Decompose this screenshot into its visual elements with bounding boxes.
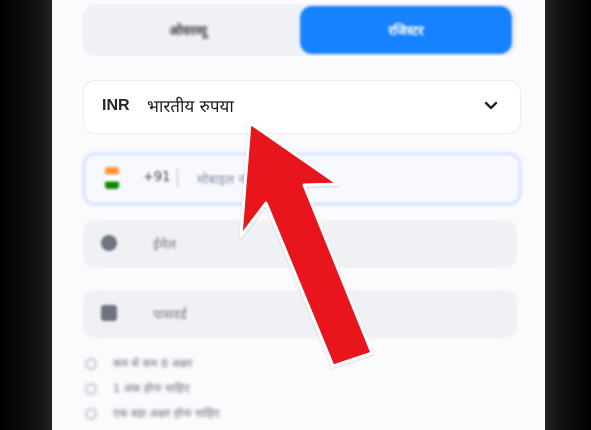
- requirement-bullet: [85, 407, 97, 420]
- requirement-bullet: [85, 357, 97, 370]
- requirement-text: 1 अंक होना चाहिए: [113, 382, 190, 395]
- currency-code: INR: [102, 97, 130, 114]
- password-field[interactable]: पासवर्ड: [83, 290, 517, 338]
- phone-placeholder: मोबाइल नंबर: [197, 173, 259, 188]
- india-flag-icon: [105, 167, 119, 189]
- currency-selector[interactable]: INR भारतीय रुपया: [83, 80, 521, 134]
- requirement-bullet: [85, 382, 97, 395]
- left-device-edge: [0, 0, 52, 430]
- country-code: +91: [143, 170, 171, 185]
- email-placeholder: ईमेल: [153, 238, 176, 253]
- tab-bar: ओवरव्यू रजिस्टर: [82, 4, 517, 56]
- requirement-text: एक बड़ा अक्षर होना चाहिए: [113, 407, 220, 420]
- requirement-item: एक बड़ा अक्षर होना चाहिए: [85, 401, 505, 426]
- requirement-item: कम से कम 8 अक्षर: [85, 351, 505, 376]
- app-screen: ओवरव्यू रजिस्टर INR भारतीय रुपया +91 मोब…: [52, 0, 545, 430]
- currency-name: भारतीय रुपया: [147, 97, 234, 117]
- requirement-item: 1 अंक होना चाहिए: [85, 376, 505, 401]
- tab-register[interactable]: रजिस्टर: [300, 6, 512, 54]
- lock-icon: [101, 305, 117, 321]
- phone-divider: [177, 168, 178, 188]
- circle-icon: [101, 235, 117, 251]
- tab-overview[interactable]: ओवरव्यू: [88, 6, 288, 54]
- chevron-down-icon[interactable]: [484, 99, 498, 113]
- right-device-edge: [545, 0, 591, 430]
- password-requirements: कम से कम 8 अक्षर 1 अंक होना चाहिए एक बड़…: [85, 351, 505, 426]
- phone-field[interactable]: +91 मोबाइल नंबर: [83, 153, 521, 205]
- email-field[interactable]: ईमेल: [83, 220, 517, 268]
- requirement-text: कम से कम 8 अक्षर: [113, 357, 193, 370]
- password-placeholder: पासवर्ड: [153, 308, 187, 323]
